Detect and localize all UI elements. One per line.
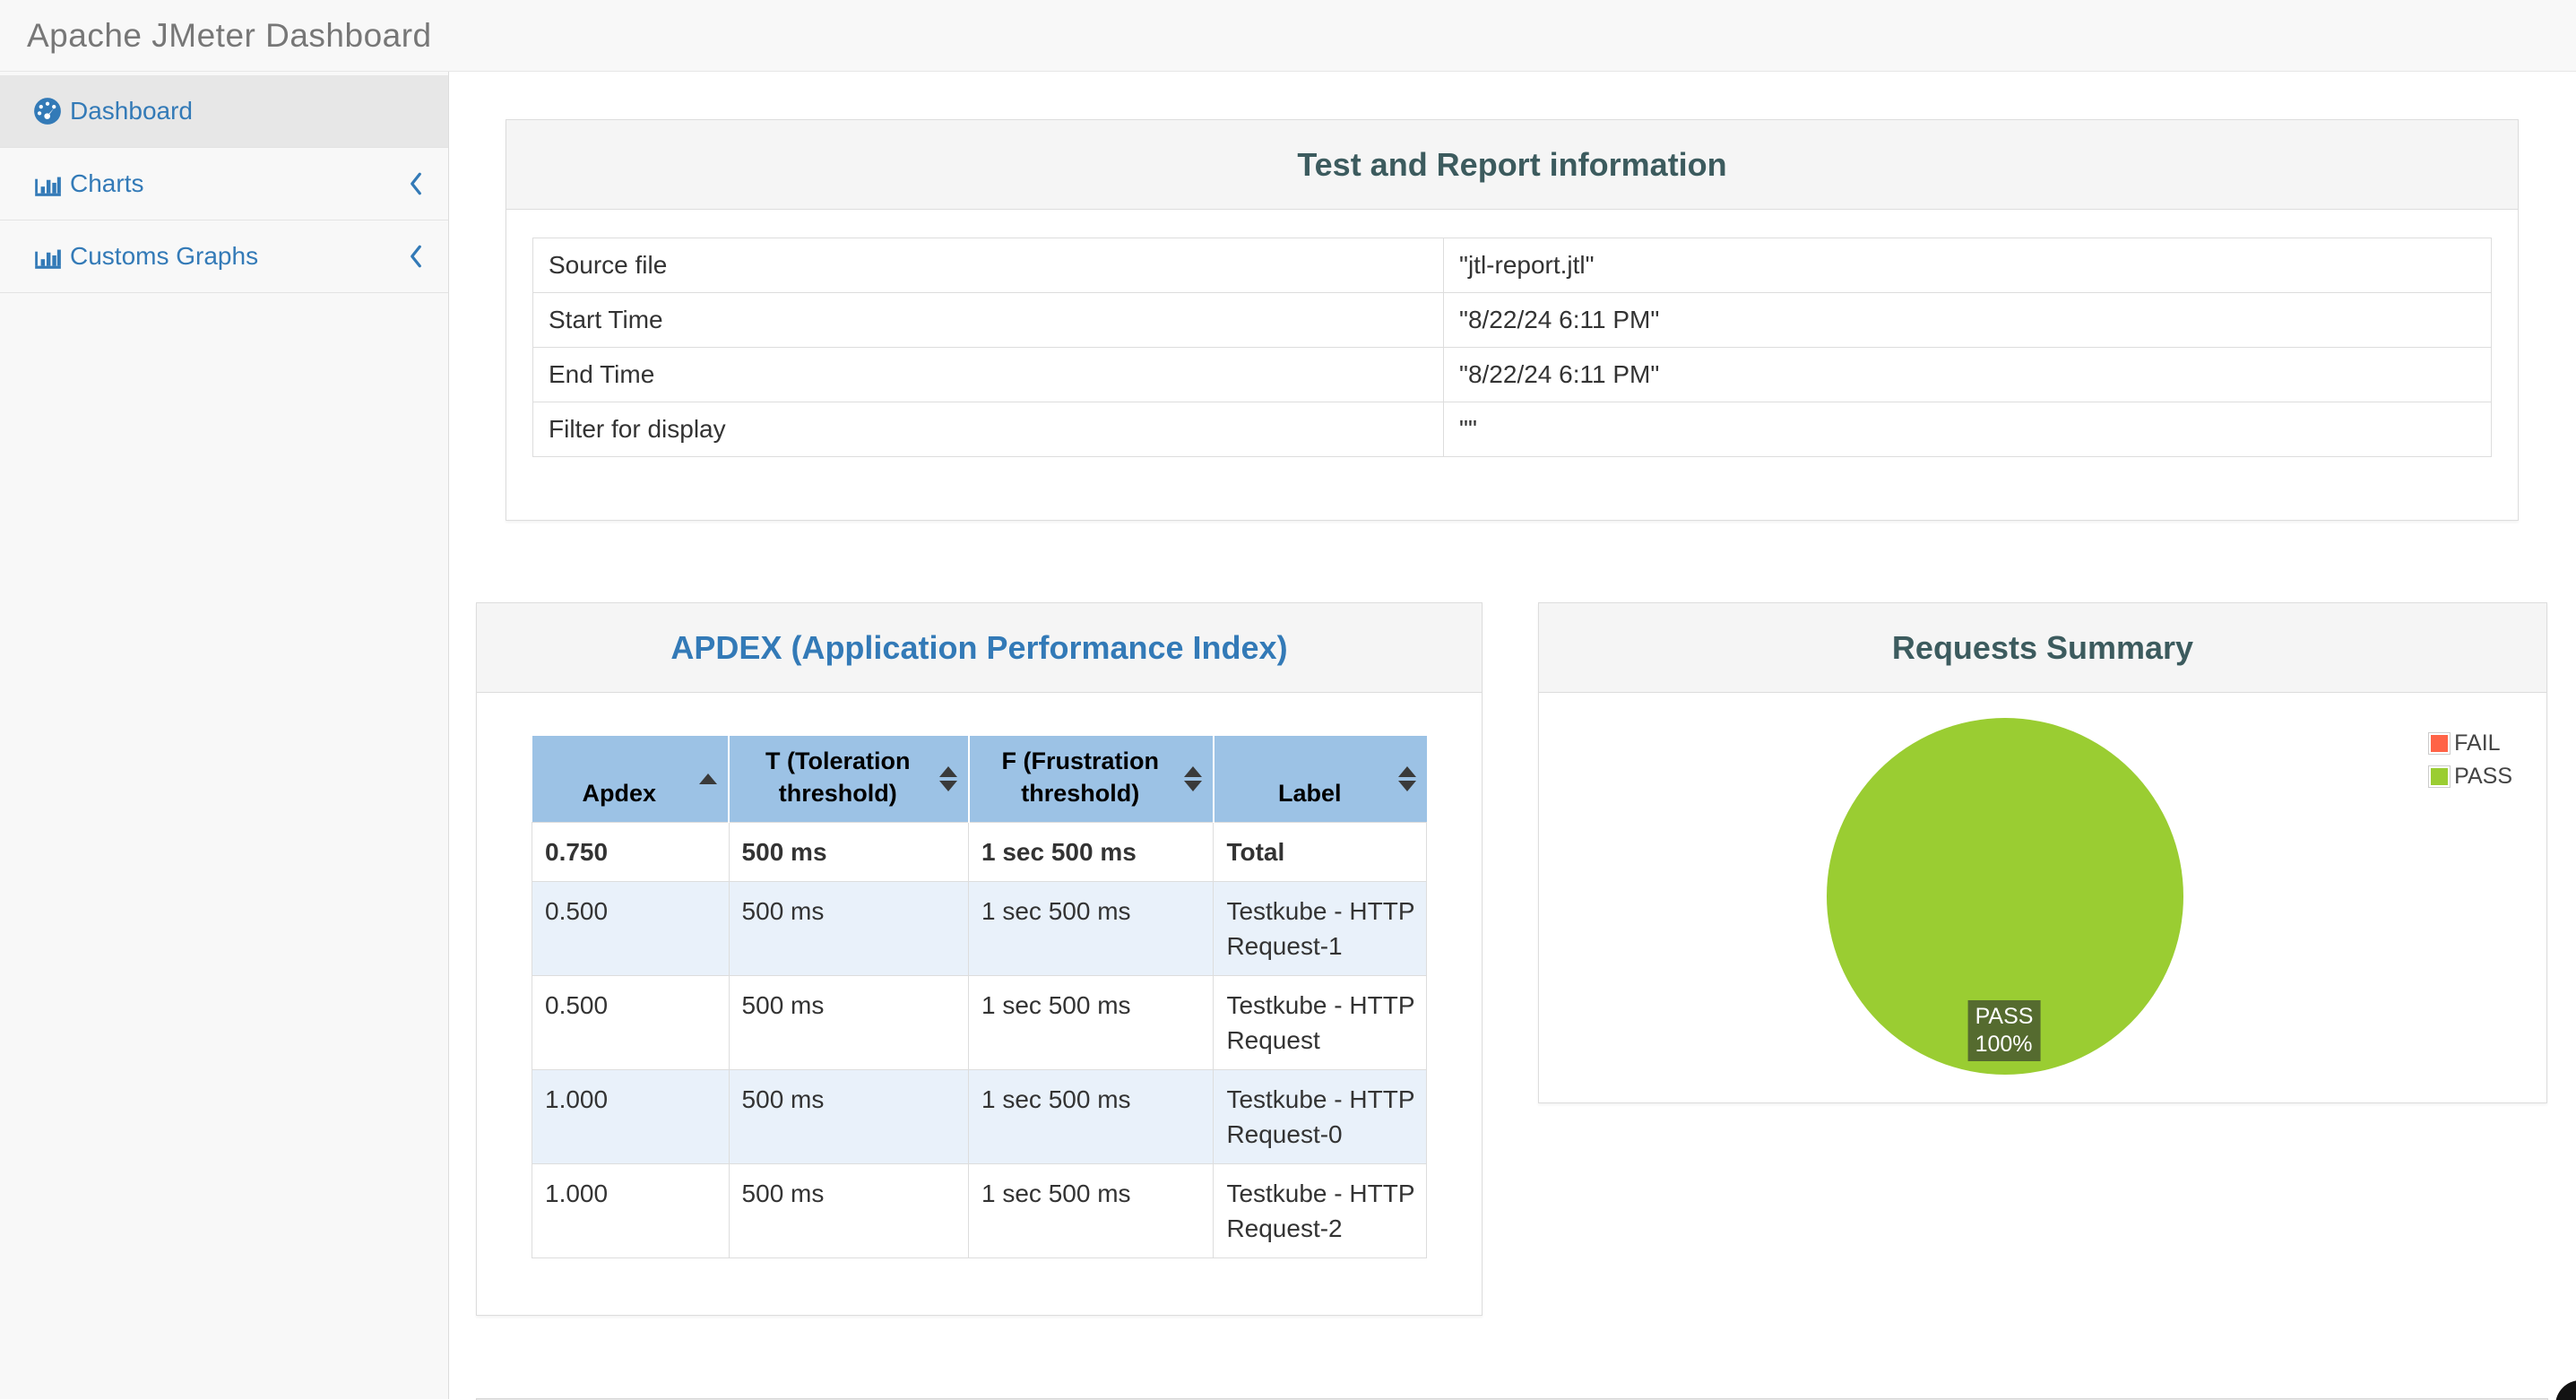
legend-label: PASS [2454,764,2512,789]
info-row-value: "8/22/24 6:11 PM" [1443,292,2492,348]
pie-slice-label-name: PASS [1975,1004,2034,1029]
bar-chart-icon [32,169,70,199]
apdex-panel-heading: APDEX (Application Performance Index) [477,603,1482,693]
page-title: Apache JMeter Dashboard [27,16,432,54]
apdex-value-cell: 0.750 [532,822,730,882]
info-row-label: Filter for display [532,402,1445,457]
info-panel: Test and Report information Source file "… [506,119,2519,521]
chevron-left-icon[interactable] [408,243,424,270]
column-header-label: Label [1277,780,1342,807]
info-row-label: End Time [532,347,1445,402]
apdex-row: 1.000 500 ms 1 sec 500 ms Testkube - HTTP R… [532,1163,1427,1258]
apdex-column-header-t[interactable]: T (Toleration threshold) [728,736,969,823]
info-row-label: Start Time [532,292,1445,348]
label-cell: Total [1213,822,1427,882]
info-panel-body: Source file "jtl-report.jtl" Start Time "8/… [506,210,2518,520]
info-row-value: "" [1443,402,2492,457]
sidebar-item-label: Customs Graphs [70,242,259,270]
info-row: Source file "jtl-report.jtl" [532,238,2492,293]
frustration-cell: 1 sec 500 ms [967,975,1215,1070]
info-row-value: "8/22/24 6:11 PM" [1443,347,2492,402]
requests-panel-body: PASS 100% FAIL PASS [1539,693,2546,1103]
pass-swatch [2428,765,2451,788]
toleration-cell: 500 ms [728,822,970,882]
sidebar-item-label: Charts [70,169,144,197]
info-row: Filter for display "" [532,402,2492,457]
label-cell: Testkube - HTTP Request-0 [1213,1069,1427,1164]
fail-swatch [2428,732,2451,755]
pie-legend: FAIL PASS [2428,730,2512,797]
sidebar: Dashboard Charts Customs Graphs [0,72,449,1399]
apdex-table: Apdex T (Toleration threshold) F (Frustrat… [532,736,1427,1258]
requests-panel-heading: Requests Summary [1539,603,2546,693]
requests-panel-title: Requests Summary [1891,628,2194,666]
toleration-cell: 500 ms [728,881,970,976]
apdex-panel-body: Apdex T (Toleration threshold) F (Frustrat… [477,693,1482,1315]
info-row-label: Source file [532,238,1445,293]
info-panel-title: Test and Report information [1297,145,1727,183]
label-cell: Testkube - HTTP Request-1 [1213,881,1427,976]
toleration-cell: 500 ms [728,975,970,1070]
apdex-value-cell: 0.500 [532,975,730,1070]
column-header-label: F (Frustration threshold) [1001,748,1159,807]
label-cell: Testkube - HTTP Request-2 [1213,1163,1427,1258]
apdex-value-cell: 1.000 [532,1163,730,1258]
sidebar-item-label: Dashboard [70,97,193,125]
info-panel-heading: Test and Report information [506,120,2518,210]
sort-both-icon [1397,766,1416,791]
sidebar-item-charts[interactable]: Charts [0,148,448,220]
sidebar-menu: Dashboard Charts Customs Graphs [0,75,448,293]
apdex-row: 0.750 500 ms 1 sec 500 ms Total [532,822,1427,882]
apdex-value-cell: 0.500 [532,881,730,976]
apdex-column-header-apdex[interactable]: Apdex [532,736,730,823]
apdex-row: 0.500 500 ms 1 sec 500 ms Testkube - HTTP R… [532,881,1427,976]
info-row: End Time "8/22/24 6:11 PM" [532,347,2492,402]
panels-row: APDEX (Application Performance Index) Ap… [476,602,2548,1316]
apdex-column-header-f[interactable]: F (Frustration threshold) [967,736,1214,823]
label-cell: Testkube - HTTP Request [1213,975,1427,1070]
chevron-left-icon[interactable] [408,170,424,197]
pie-slice-label-percent: 100% [1975,1032,2033,1057]
sort-both-icon [938,766,957,791]
tachometer-icon [32,96,70,126]
sort-both-icon [1183,766,1202,791]
frustration-cell: 1 sec 500 ms [967,881,1215,976]
apdex-row: 0.500 500 ms 1 sec 500 ms Testkube - HTTP R… [532,975,1427,1070]
sidebar-item-customs-graphs[interactable]: Customs Graphs [0,220,448,293]
info-row-value: "jtl-report.jtl" [1443,238,2492,293]
frustration-cell: 1 sec 500 ms [967,1069,1215,1164]
toleration-cell: 500 ms [728,1069,970,1164]
sidebar-item-dashboard[interactable]: Dashboard [0,75,448,148]
app-header: Apache JMeter Dashboard [0,0,2576,72]
apdex-row: 1.000 500 ms 1 sec 500 ms Testkube - HTTP R… [532,1069,1427,1164]
legend-item-fail[interactable]: FAIL [2428,730,2512,756]
apdex-column-header-label[interactable]: Label [1212,736,1427,823]
frustration-cell: 1 sec 500 ms [967,822,1215,882]
apdex-panel-title[interactable]: APDEX (Application Performance Index) [670,629,1287,666]
main-content: Test and Report information Source file "… [449,72,2576,1400]
apdex-panel: APDEX (Application Performance Index) Ap… [476,602,1482,1316]
bar-chart-icon [32,241,70,272]
apdex-value-cell: 1.000 [532,1069,730,1164]
requests-summary-panel: Requests Summary PASS 100% FAIL PASS [1538,602,2547,1103]
info-row: Start Time "8/22/24 6:11 PM" [532,292,2492,348]
sort-ascending-icon [699,773,718,784]
legend-item-pass[interactable]: PASS [2428,764,2512,790]
column-header-label: Apdex [582,780,657,807]
toleration-cell: 500 ms [728,1163,970,1258]
pie-slice-label: PASS 100% [1967,1000,2041,1061]
column-header-label: T (Toleration threshold) [765,748,911,807]
info-table: Source file "jtl-report.jtl" Start Time "8/… [532,238,2492,457]
frustration-cell: 1 sec 500 ms [967,1163,1215,1258]
legend-label: FAIL [2454,730,2501,756]
